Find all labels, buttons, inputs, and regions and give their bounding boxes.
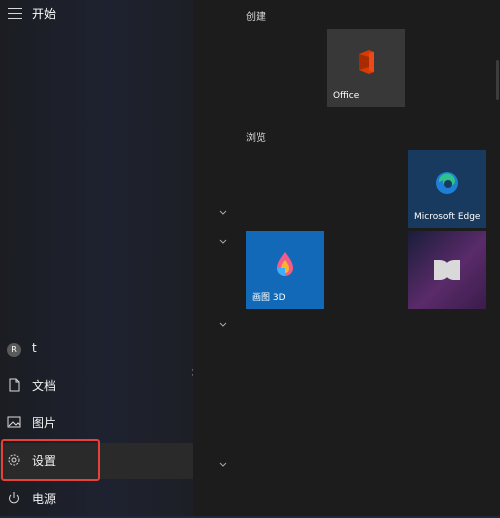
start-title: 开始 xyxy=(32,7,57,21)
chevron-down-icon[interactable] xyxy=(219,453,227,467)
tile-microsoft-edge[interactable]: Microsoft Edge xyxy=(408,150,486,228)
document-icon xyxy=(9,378,20,392)
tile-dolby[interactable] xyxy=(408,231,486,309)
hamburger-menu-icon[interactable] xyxy=(8,8,22,20)
tile-office[interactable]: Office xyxy=(327,29,405,107)
chevron-down-icon[interactable] xyxy=(219,313,227,327)
edge-icon xyxy=(436,171,458,194)
settings-highlight xyxy=(1,439,100,481)
chevron-down-icon[interactable] xyxy=(219,201,227,215)
rail-item-pictures[interactable]: 图片 xyxy=(0,405,193,441)
tile-paint-3d[interactable]: 画图 3D xyxy=(246,231,324,309)
chevron-down-icon[interactable] xyxy=(219,230,227,244)
rail-item-label: 文档 xyxy=(32,379,57,393)
rail-item-user[interactable]: R t xyxy=(0,332,193,368)
group-title-create: 创建 xyxy=(246,12,266,23)
tile-label: Office xyxy=(333,91,360,101)
rail-item-documents[interactable]: 文档 xyxy=(0,368,193,404)
tile-label: 画图 3D xyxy=(252,293,286,303)
rail-item-label: 图片 xyxy=(32,416,57,430)
tiles-area: 创建 浏览 Office Microsoft Edge 画图 3D xyxy=(193,0,500,518)
user-name: t xyxy=(32,341,37,355)
rail-item-label: 电源 xyxy=(32,492,57,506)
scrollbar-thumb[interactable] xyxy=(496,60,499,100)
office-icon xyxy=(359,49,374,74)
paint-3d-icon xyxy=(277,251,293,276)
group-title-browse: 浏览 xyxy=(246,133,266,144)
rail-item-power[interactable]: 电源 xyxy=(0,481,193,517)
start-left-rail: 开始 R t 文档 图片 设置 电源 xyxy=(0,0,193,518)
tile-label: Microsoft Edge xyxy=(414,212,481,222)
user-avatar: R xyxy=(7,343,21,357)
dolby-logo-icon xyxy=(434,260,460,280)
power-icon xyxy=(9,492,19,504)
start-menu: 开始 R t 文档 图片 设置 电源 创建 浏览 Office Microsof… xyxy=(0,0,500,518)
picture-icon xyxy=(7,416,21,428)
